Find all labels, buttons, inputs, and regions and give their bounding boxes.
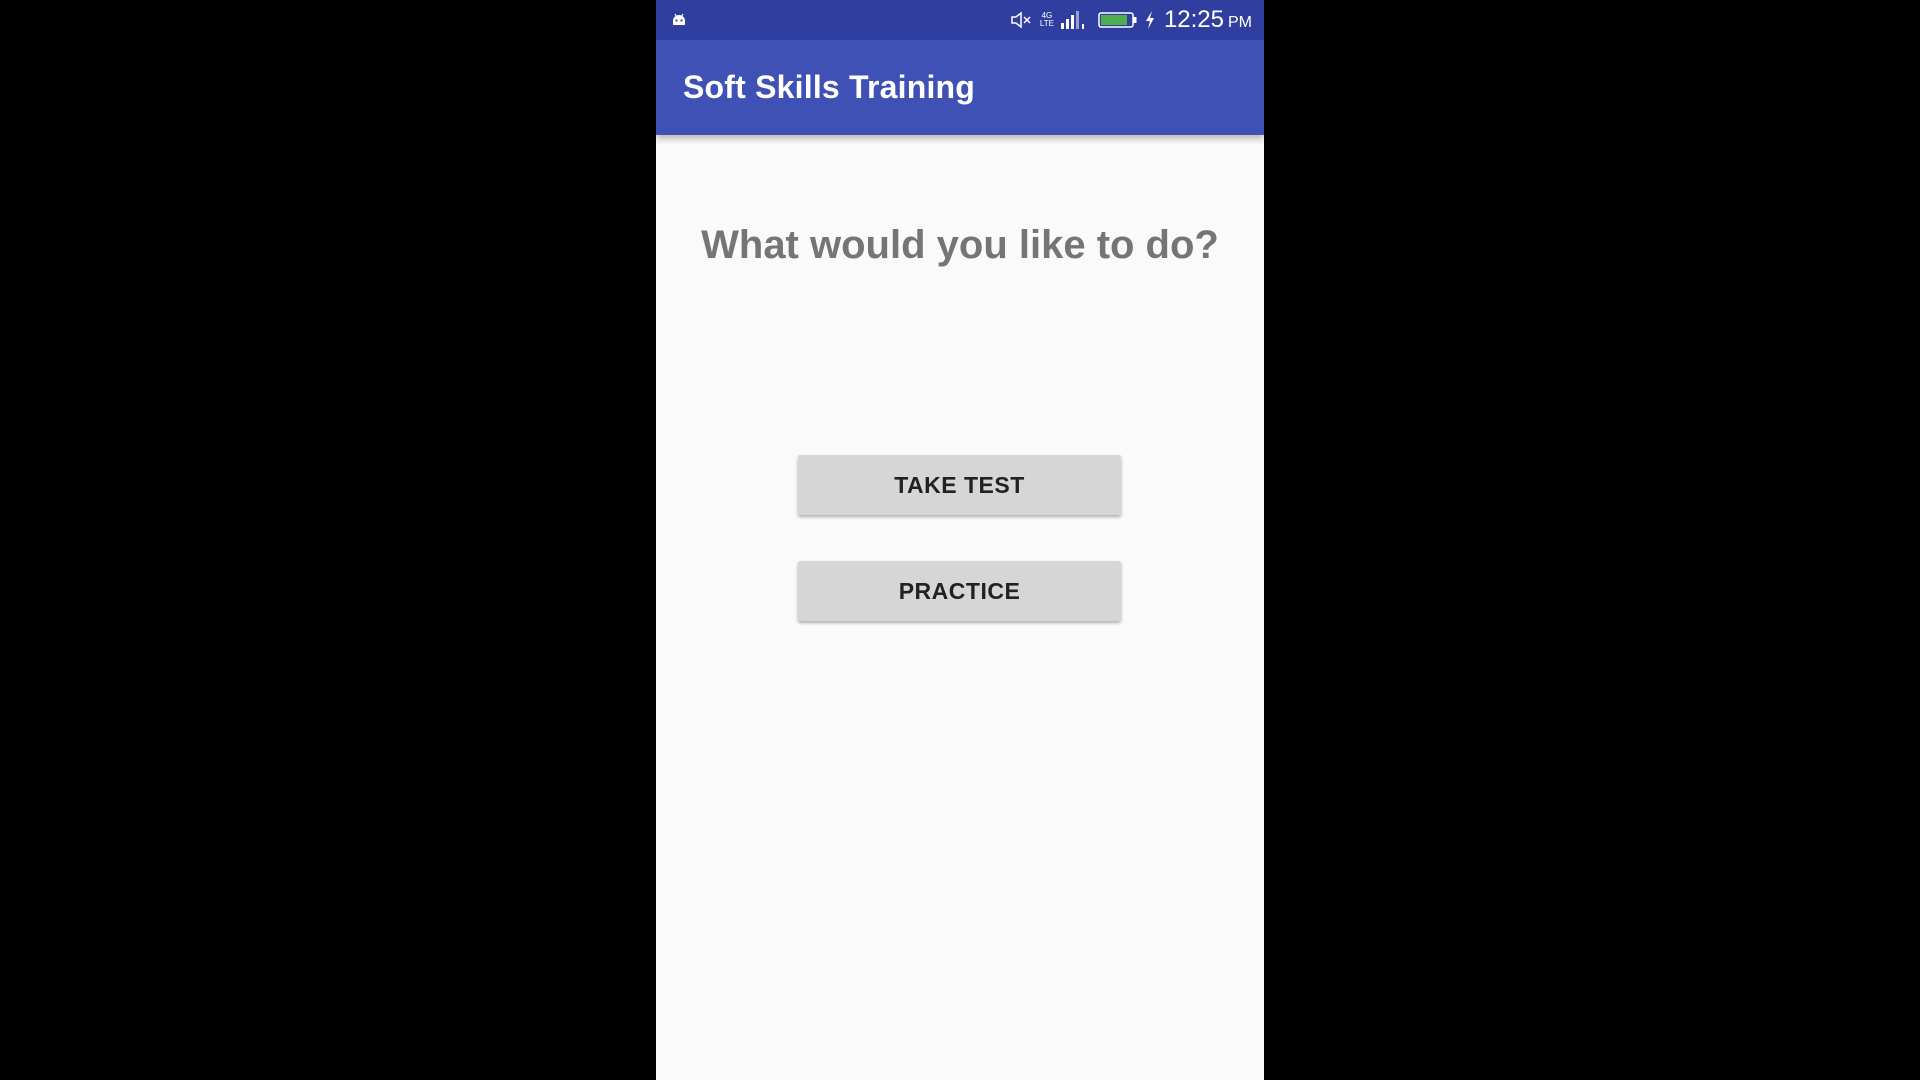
mute-icon: [1010, 10, 1034, 30]
take-test-button[interactable]: TAKE TEST: [798, 455, 1121, 515]
app-title: Soft Skills Training: [683, 69, 976, 105]
android-icon: [670, 10, 688, 28]
status-clock: 12:25 PM: [1164, 6, 1252, 34]
charging-icon: [1144, 10, 1156, 30]
status-icons: 4G LTE 12:25 PM: [1010, 0, 1252, 40]
phone-screen: 4G LTE 12:25 PM Soft Skills Training Wha…: [656, 0, 1264, 1080]
prompt-heading: What would you like to do?: [701, 223, 1219, 267]
clock-ampm: PM: [1228, 14, 1252, 31]
battery-icon: [1098, 10, 1138, 30]
status-bar: 4G LTE 12:25 PM: [656, 0, 1264, 40]
app-bar: Soft Skills Training: [656, 40, 1264, 135]
signal-icon: [1060, 10, 1086, 30]
network-type-label: 4G LTE: [1040, 12, 1054, 28]
practice-button[interactable]: PRACTICE: [798, 561, 1121, 621]
network-lte-text: LTE: [1039, 19, 1054, 28]
clock-time: 12:25: [1163, 6, 1224, 33]
main-content: What would you like to do? TAKE TEST PRA…: [656, 135, 1264, 1080]
